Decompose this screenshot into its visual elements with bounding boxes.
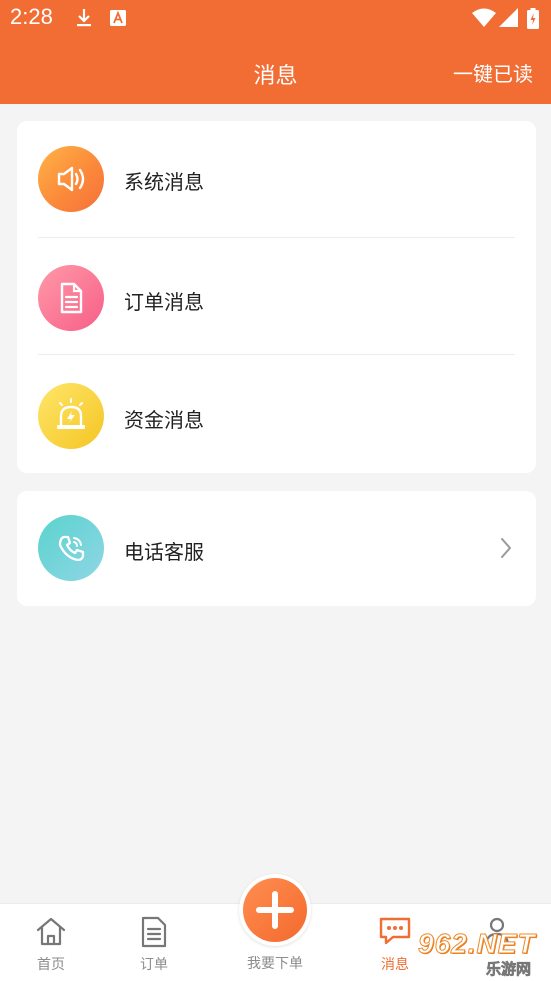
phone-support-card[interactable]: 电话客服 [17,491,536,606]
battery-icon [527,8,539,29]
message-categories-card: 系统消息 订单消息 资金消息 [17,121,536,473]
status-time: 2:28 [10,4,53,29]
place-order-label: 我要下单 [247,956,303,972]
document-icon [38,265,104,331]
nav-orders-label: 订单 [140,957,168,973]
signal-icon [499,8,518,27]
list-item-funds-messages[interactable]: 资金消息 [17,355,536,472]
phone-icon [38,515,104,581]
a-app-icon [110,10,126,26]
nav-orders[interactable]: 订单 [109,904,199,981]
list-item-order-messages[interactable]: 订单消息 [17,238,536,355]
watermark-brand: 962.NET [418,928,536,960]
mark-all-read-button[interactable]: 一键已读 [453,58,533,87]
document-icon [141,916,167,948]
list-item-system-messages[interactable]: 系统消息 [17,121,536,238]
speaker-icon [38,146,104,212]
funds-messages-label: 资金消息 [124,408,204,432]
alarm-icon [38,383,104,449]
home-icon [36,917,66,946]
watermark-site: 乐游网 [486,960,532,979]
phone-support-label: 电话客服 [124,540,204,564]
status-bar: 2:28 [0,0,551,36]
chevron-right-icon [501,538,511,558]
plus-icon [256,891,294,929]
nav-home-label: 首页 [37,957,65,973]
watermark: 962.NET 乐游网 [418,928,546,979]
order-messages-label: 订单消息 [124,290,204,314]
app-header: 2:28 消息 一键已读 [0,0,551,104]
nav-home[interactable]: 首页 [6,904,96,981]
wifi-icon [472,8,496,27]
place-order-button[interactable] [239,874,311,946]
system-messages-label: 系统消息 [124,170,204,194]
chat-bubble-icon [379,917,411,945]
download-icon [77,9,91,27]
